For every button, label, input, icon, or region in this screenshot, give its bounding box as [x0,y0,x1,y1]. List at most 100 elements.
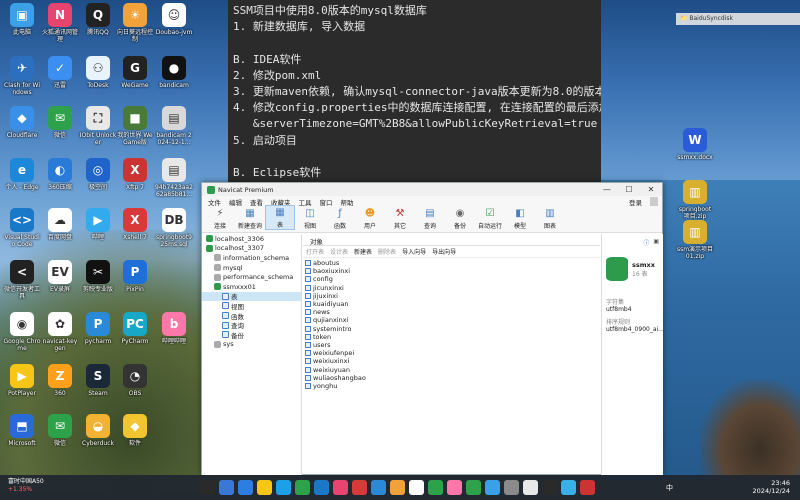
menu-item[interactable]: 编辑 [229,197,242,207]
tree-item[interactable]: ssmxxx01 [202,282,301,292]
taskbar-app-icon[interactable] [542,480,557,495]
desktop-icon[interactable]: EV EV录屏 [41,260,79,293]
desktop-icon[interactable]: ■ 我的世界 WeGame版 [116,106,154,146]
tree-item[interactable]: mysql [202,263,301,273]
menu-item[interactable]: 查看 [250,197,263,207]
table-row[interactable]: aboutus [305,259,598,267]
terminal-window[interactable]: SSM项目中使用8.0版本的mysql数据库 1. 新建数据库, 导入数据 B. I… [228,0,601,183]
table-row[interactable]: qujianxinxi [305,316,598,324]
desktop-icon[interactable]: P PixPin [116,260,154,293]
explorer-path-bar[interactable]: 📁 BaiduSyncdisk [676,13,800,25]
desktop-icon[interactable]: ⛶ IObit Unlocker [79,106,117,146]
taskbar-app-icon[interactable] [276,480,291,495]
table-row[interactable]: weixiuyuan [305,365,598,374]
desktop-icon[interactable]: ● bandicam [155,56,193,89]
close-icon[interactable]: ✕ [640,185,662,194]
objects-toolbar-button[interactable]: 新建表 [354,247,372,256]
desktop-icon[interactable]: ☺ Doubao-jvm [155,3,193,36]
desktop-icon[interactable]: ◒ Cyberduck [79,414,117,447]
toolbar-button[interactable]: ☻ 用户 [355,207,385,230]
desktop-icon[interactable]: b 哔哩哔哩 [155,312,193,345]
taskbar-app-icon[interactable] [371,480,386,495]
desktop-icon[interactable]: ✉ 微信 [41,414,79,447]
objects-toolbar-button[interactable]: 导出向导 [432,247,456,256]
desktop-icon[interactable]: ◎ 极空间 [79,158,117,191]
table-row[interactable]: kuaidiyuan [305,300,598,308]
tree-item[interactable]: 表 [202,291,301,301]
toolbar-button[interactable]: ▦ 新建查询 [235,207,265,230]
desktop-icon[interactable]: Ppycharm [79,312,117,345]
taskbar-app-icon[interactable] [466,480,481,495]
desktop-icon[interactable]: Z 360 [41,364,79,397]
desktop-icon[interactable]: ✈ Clash for Windows [3,56,41,96]
desktop-icon[interactable]: Q 腾讯QQ [79,3,117,36]
desktop-icon[interactable]: e 个人 - Edge [3,158,41,191]
desktop-icon[interactable]: < 微信开发者工具 [3,260,41,300]
table-row[interactable]: wuliaoshangbao [305,374,598,382]
toolbar-button[interactable]: ▤ 查询 [415,207,445,230]
taskbar-app-icon[interactable] [580,480,595,495]
taskbar-app-icon[interactable] [390,480,405,495]
objects-toolbar-button[interactable]: 删除表 [378,247,396,256]
widget-stock[interactable]: 富时中国A50 +1.35% [8,478,44,494]
menu-item[interactable]: 工具 [299,197,312,207]
tree-item[interactable]: sys [202,340,301,350]
objects-toolbar-button[interactable]: 导入向导 [402,247,426,256]
desktop-icon[interactable]: N 火狐通讯网管理 [41,3,79,43]
taskbar-app-icon[interactable] [352,480,367,495]
desktop-icon[interactable]: ▥ ssm演示项目 01.zip [676,220,714,260]
tree-item[interactable]: 查询 [202,320,301,330]
toolbar-button[interactable]: ☑ 自动运行 [475,207,505,230]
taskbar-app-icon[interactable] [561,480,576,495]
desktop-icon[interactable]: ◐ 360压缩 [41,158,79,191]
toolbar-button[interactable]: ▥ 图表 [535,207,565,230]
desktop-icon[interactable]: ✿ navicat-keygen [41,312,79,352]
table-row[interactable]: news [305,308,598,316]
desktop-icon[interactable]: ✉ 微信 [41,106,79,139]
desktop-icon[interactable]: Wssmxx.docx [676,128,714,161]
desktop-icon[interactable]: ▤ bandicam 2024-12-1... [155,106,193,146]
table-row[interactable]: yonghu [305,382,598,390]
toolbar-button[interactable]: ƒ 函数 [325,207,355,230]
desktop-icon[interactable]: ▥ springboot 项目.zip [676,180,714,220]
table-row[interactable]: jicunxinxi [305,284,598,292]
toolbar-button[interactable]: ◧ 模型 [505,207,535,230]
taskbar-app-icon[interactable] [257,480,272,495]
toolbar-button[interactable]: ◫ 视图 [295,207,325,230]
taskbar-app-icon[interactable] [295,480,310,495]
taskbar-app-icon[interactable] [333,480,348,495]
desktop-icon[interactable]: DB springboot9 25ms.sql [155,208,193,248]
menu-item[interactable]: 帮助 [341,197,354,207]
desktop-icon[interactable]: ◔ OBS [116,364,154,397]
taskbar-app-icon[interactable] [238,480,253,495]
tree-item[interactable]: 函数 [202,311,301,321]
desktop-icon[interactable]: ▶ 哔哩 [79,208,117,241]
desktop-icon[interactable]: ⚇ ToDesk [79,56,117,89]
table-row[interactable]: jijuxinxi [305,292,598,300]
toolbar-button[interactable]: ◉ 备份 [445,207,475,230]
desktop-icon[interactable]: PC PyCharm [116,312,154,345]
desktop-icon[interactable]: ◉ Google Chrome [3,312,41,352]
desktop-icon[interactable]: ◆ 软件 [116,414,154,447]
taskbar-app-icon[interactable] [428,480,443,495]
desktop-icon[interactable]: X Xftp 7 [116,158,154,191]
taskbar-app-icon[interactable] [219,480,234,495]
taskbar-app-icon[interactable] [447,480,462,495]
objects-toolbar-button[interactable]: 设计表 [330,247,348,256]
desktop-icon[interactable]: S Steam [79,364,117,397]
desktop-icon[interactable]: ✓ 迅雷 [41,56,79,89]
taskbar-app-icon[interactable] [200,480,215,495]
tree-item[interactable]: information_schema [202,253,301,263]
taskbar-app-icon[interactable] [409,480,424,495]
avatar[interactable] [650,197,658,206]
objects-toolbar-button[interactable]: 打开表 [306,247,324,256]
login-button[interactable]: 登录 [629,197,642,207]
toolbar-button[interactable]: ▦ 表 [265,205,295,230]
taskbar-app-icon[interactable] [314,480,329,495]
desktop-icon[interactable]: ▶ PotPlayer [3,364,41,397]
desktop-icon[interactable]: ▣ 此电脑 [3,3,41,36]
maximize-icon[interactable]: ☐ [618,185,640,194]
desktop-icon[interactable]: ✂ 剪映专业版 [79,260,117,293]
desktop-icon[interactable]: ⬒ Microsoft [3,414,41,447]
table-row[interactable]: weixiufenpei [305,349,598,357]
